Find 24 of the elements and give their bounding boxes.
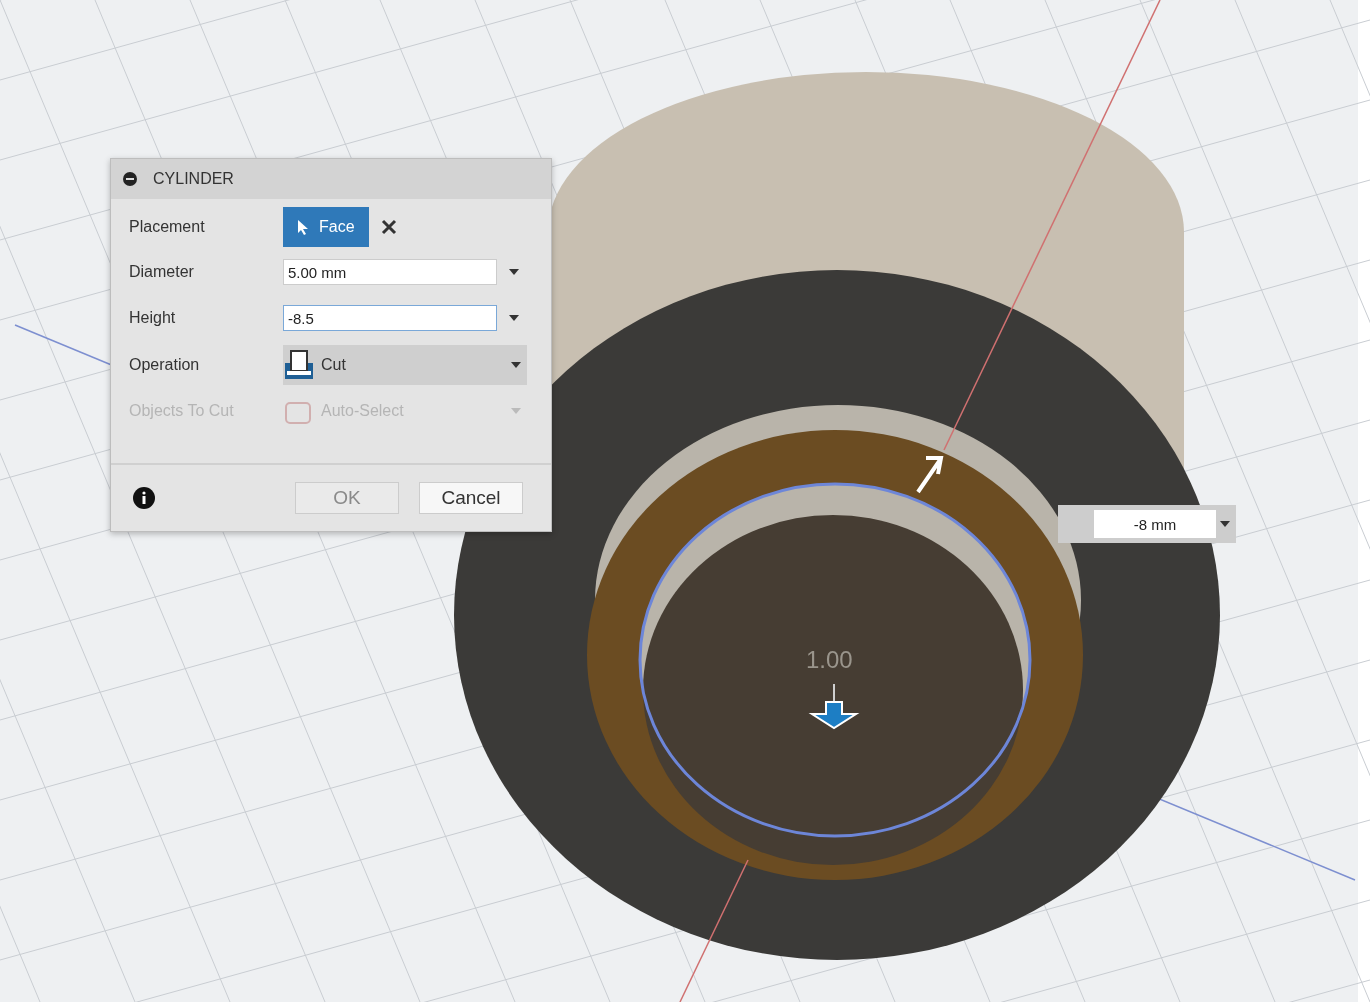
dialog-button[interactable]: Cancel	[419, 482, 523, 514]
manipulator-value: 1.00	[806, 646, 853, 674]
caret-icon	[1220, 521, 1230, 527]
arrow-icon	[916, 456, 944, 494]
caret-icon	[511, 408, 521, 414]
field-label: Height	[129, 309, 177, 327]
info-icon[interactable]	[133, 487, 155, 509]
caret-icon	[511, 362, 521, 368]
caret-icon	[509, 315, 519, 321]
field-label: Operation	[129, 356, 201, 374]
collapse-icon[interactable]	[123, 172, 137, 186]
cursor-icon	[297, 219, 309, 235]
caret-icon	[509, 269, 519, 275]
field-label: Placement	[129, 218, 206, 236]
value-input-field[interactable]: -8.5	[283, 305, 497, 331]
value-input-field[interactable]: 5.00 mm	[283, 259, 497, 285]
dimension-input[interactable]: -8 mm	[1058, 505, 1236, 543]
face-selection-button[interactable]: Face	[283, 207, 369, 247]
operation-dropdown[interactable]: Cut	[283, 345, 527, 385]
close-icon[interactable]	[380, 219, 397, 235]
manipulator-icon	[808, 683, 860, 730]
field-label: Diameter	[129, 263, 195, 281]
dialog-title: CYLINDER	[153, 170, 234, 188]
cut-icon	[283, 349, 315, 381]
